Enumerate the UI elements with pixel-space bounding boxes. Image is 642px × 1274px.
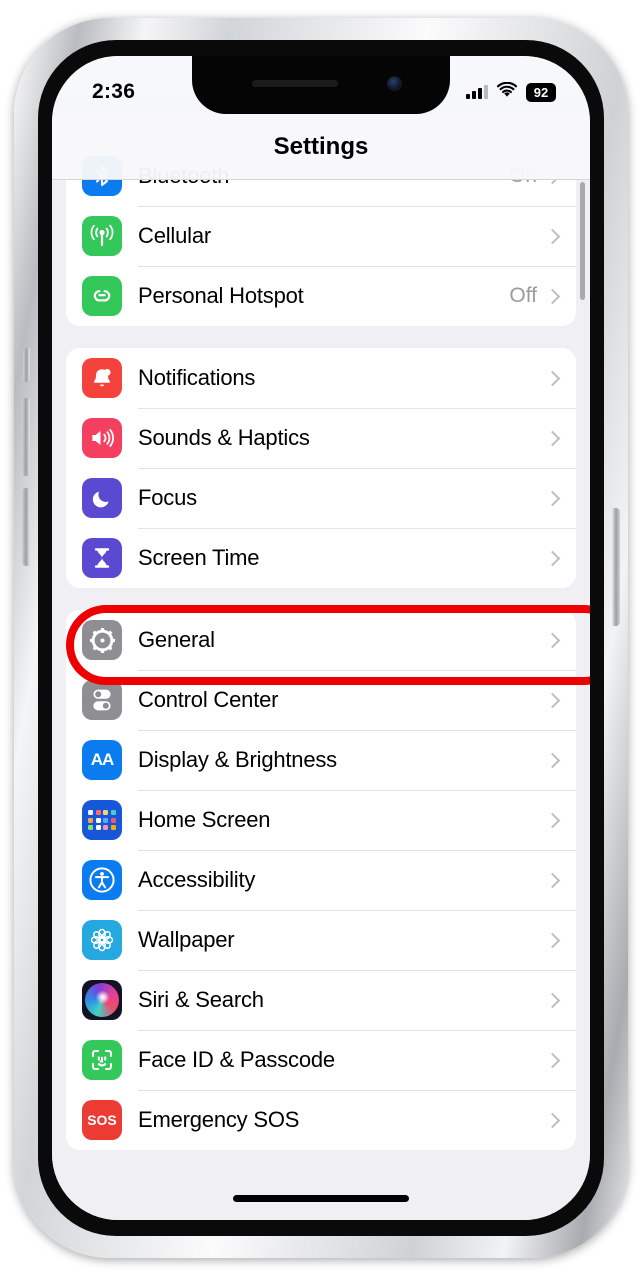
settings-row-label: Accessibility (138, 867, 256, 892)
emergency-sos-icon: SOS (82, 1100, 122, 1140)
settings-row-label: Notifications (138, 365, 256, 390)
volume-down-button[interactable] (22, 488, 30, 566)
settings-row-home-screen[interactable]: Home Screen (66, 790, 576, 850)
settings-row-label: Control Center (138, 687, 279, 712)
status-bar-time: 2:36 (92, 80, 136, 103)
chevron-right-icon (544, 632, 561, 648)
chevron-right-icon (544, 1052, 561, 1068)
scrollbar[interactable] (580, 182, 585, 300)
display-brightness-icon: AA (82, 740, 122, 780)
settings-row-label: Home Screen (138, 807, 271, 832)
chevron-right-icon (544, 872, 561, 888)
device-bezel: 2:36 92 Settings Cellular Personal Hotsp… (38, 40, 604, 1236)
volume-up-button[interactable] (22, 398, 30, 476)
battery-icon: 92 (526, 82, 556, 102)
chevron-right-icon (544, 812, 561, 828)
chevron-right-icon (544, 490, 561, 506)
chevron-right-icon (544, 228, 561, 244)
settings-row-notifications[interactable]: Notifications (66, 348, 576, 408)
settings-group-system: General Control Center AA Display & Brightn… (66, 610, 576, 1150)
settings-row-value: Off (509, 284, 537, 307)
screen-time-icon (82, 538, 122, 578)
chevron-right-icon (544, 550, 561, 566)
wallpaper-icon (82, 920, 122, 960)
settings-row-emergency-sos[interactable]: SOS Emergency SOS (66, 1090, 576, 1150)
chevron-right-icon (544, 932, 561, 948)
chevron-right-icon (544, 370, 561, 386)
chevron-right-icon (544, 752, 561, 768)
phone-screen: 2:36 92 Settings Cellular Personal Hotsp… (52, 56, 590, 1220)
settings-row-face-id-passcode[interactable]: Face ID & Passcode (66, 1030, 576, 1090)
iphone-device-frame: 2:36 92 Settings Cellular Personal Hotsp… (14, 18, 628, 1258)
accessibility-icon (82, 860, 122, 900)
settings-row-label: Focus (138, 485, 197, 510)
settings-row-label: Face ID & Passcode (138, 1047, 335, 1072)
navigation-bar: Settings (52, 114, 590, 180)
settings-row-screen-time[interactable]: Screen Time (66, 528, 576, 588)
notifications-icon (82, 358, 122, 398)
settings-row-general[interactable]: General (66, 610, 576, 670)
control-center-icon (82, 680, 122, 720)
settings-row-siri-search[interactable]: Siri & Search (66, 970, 576, 1030)
chevron-right-icon (544, 692, 561, 708)
face-id-icon (82, 1040, 122, 1080)
sounds-haptics-icon (82, 418, 122, 458)
page-title: Settings (273, 132, 369, 160)
settings-row-accessibility[interactable]: Accessibility (66, 850, 576, 910)
status-bar-indicators: 92 (466, 81, 556, 103)
settings-row-label: Wallpaper (138, 927, 235, 952)
settings-row-focus[interactable]: Focus (66, 468, 576, 528)
home-indicator[interactable] (233, 1195, 409, 1202)
home-screen-icon (82, 800, 122, 840)
settings-group-alerts: Notifications Sounds & Haptics Focus Screen… (66, 348, 576, 588)
chevron-right-icon (544, 430, 561, 446)
siri-search-icon (82, 980, 122, 1020)
cellular-icon (82, 216, 122, 256)
notch (192, 56, 450, 114)
settings-row-label: Sounds & Haptics (138, 425, 310, 450)
power-button[interactable] (612, 508, 620, 626)
earpiece-speaker-icon (252, 80, 338, 87)
settings-row-label: Cellular (138, 223, 211, 248)
general-gear-icon (82, 620, 122, 660)
personal-hotspot-icon (82, 276, 122, 316)
settings-row-personal-hotspot[interactable]: Personal Hotspot Off (66, 266, 576, 326)
settings-row-sounds-haptics[interactable]: Sounds & Haptics (66, 408, 576, 468)
settings-row-control-center[interactable]: Control Center (66, 670, 576, 730)
chevron-right-icon (544, 288, 561, 304)
wifi-icon (496, 81, 518, 103)
chevron-right-icon (544, 1112, 561, 1128)
settings-row-label: Emergency SOS (138, 1107, 300, 1132)
settings-row-label: Siri & Search (138, 987, 264, 1012)
chevron-right-icon (544, 992, 561, 1008)
mute-switch-button[interactable] (23, 348, 30, 382)
settings-row-cellular[interactable]: Cellular (66, 206, 576, 266)
settings-row-display-brightness[interactable]: AA Display & Brightness (66, 730, 576, 790)
settings-list[interactable]: BluetoothOnCellularPersonal HotspotOffNo… (52, 146, 590, 1220)
settings-row-label: Personal Hotspot (138, 283, 304, 308)
cellular-bars-icon (466, 85, 488, 99)
settings-row-label: General (138, 627, 215, 652)
settings-row-label: Screen Time (138, 545, 260, 570)
front-camera-icon (387, 76, 402, 91)
focus-icon (82, 478, 122, 518)
settings-row-label: Display & Brightness (138, 747, 337, 772)
settings-row-wallpaper[interactable]: Wallpaper (66, 910, 576, 970)
